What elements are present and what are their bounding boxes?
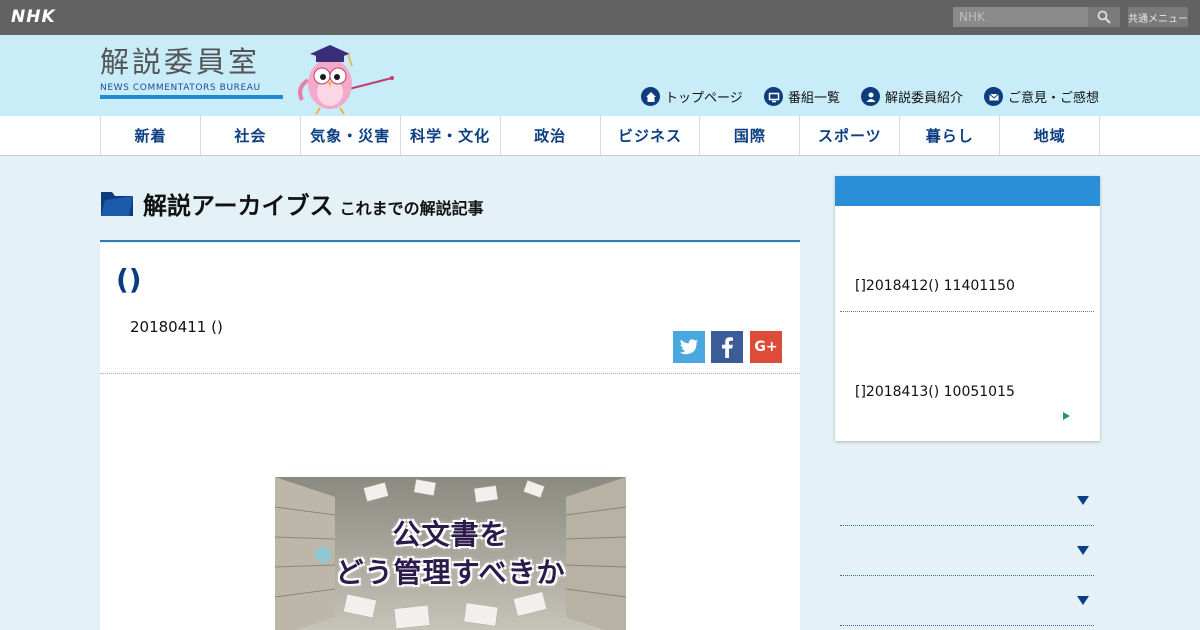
google-plus-share-button[interactable]: G+ <box>750 331 782 363</box>
header-link-commentators[interactable]: 解説委員紹介 <box>861 87 963 106</box>
site-title[interactable]: 解説委員室 <box>100 45 260 79</box>
nav-item-region[interactable]: 地域 <box>1000 116 1101 155</box>
article-card: () 20180411 () G+ 公文書を どう管理すべきか <box>100 243 800 630</box>
nhk-logo[interactable]: NHK <box>11 7 56 27</box>
archive-heading: 解説アーカイブス これまでの解説記事 <box>100 176 800 242</box>
sidebar-accordion-row[interactable] <box>840 476 1094 526</box>
nav-item-politics[interactable]: 政治 <box>501 116 601 155</box>
chevron-down-icon <box>1077 546 1089 555</box>
tv-icon <box>764 87 783 106</box>
owl-mascot-icon <box>298 45 394 115</box>
chevron-down-icon <box>1077 496 1089 505</box>
search-icon <box>1097 10 1111 24</box>
sidebar-entry[interactable]: []2018412() 11401150 <box>855 278 1015 294</box>
sidebar-accordion-row[interactable] <box>840 576 1094 626</box>
chevron-down-icon <box>1077 596 1089 605</box>
header-link-label: 番組一覧 <box>788 91 841 106</box>
nav-item-sports[interactable]: スポーツ <box>800 116 901 155</box>
nav-item-society[interactable]: 社会 <box>201 116 301 155</box>
facebook-icon <box>722 337 733 358</box>
article-date: 20180411 () <box>130 318 223 336</box>
site-header: 解説委員室 NEWS COMMENTATORS BUREAU トップページ 番組… <box>0 35 1200 116</box>
article-image: 公文書を どう管理すべきか <box>275 477 626 630</box>
sidebar-header <box>835 176 1100 206</box>
header-link-programs[interactable]: 番組一覧 <box>764 87 840 106</box>
google-plus-icon: G+ <box>754 339 778 355</box>
image-caption-line2: どう管理すべきか <box>335 556 566 589</box>
more-arrow-icon[interactable] <box>1063 412 1070 420</box>
archive-subtitle: これまでの解説記事 <box>339 199 484 218</box>
nav-item-weather[interactable]: 気象・災害 <box>301 116 401 155</box>
facebook-share-button[interactable] <box>711 331 743 363</box>
global-topbar: NHK 共通メニュー <box>0 0 1200 35</box>
header-link-label: 解説委員紹介 <box>885 91 964 106</box>
nav-item-business[interactable]: ビジネス <box>601 116 701 155</box>
mail-icon <box>984 87 1003 106</box>
search-button[interactable] <box>1088 7 1120 27</box>
person-icon <box>861 87 880 106</box>
sidebar-divider <box>840 311 1094 312</box>
home-icon <box>641 87 660 106</box>
image-caption-line1: 公文書を <box>392 518 509 551</box>
nav-item-new[interactable]: 新着 <box>101 116 201 155</box>
twitter-icon <box>679 339 698 355</box>
site-subtitle: NEWS COMMENTATORS BUREAU <box>100 83 283 99</box>
header-link-label: トップページ <box>665 91 743 106</box>
archive-title: 解説アーカイブス これまでの解説記事 <box>143 186 484 221</box>
folder-icon <box>101 192 133 216</box>
common-menu-button[interactable]: 共通メニュー <box>1128 7 1188 27</box>
sidebar-entry[interactable]: []2018413() 10051015 <box>855 384 1015 400</box>
category-nav: 新着 社会 気象・災害 科学・文化 政治 ビジネス 国際 スポーツ 暮らし 地域 <box>0 116 1200 156</box>
search-input[interactable] <box>953 7 1088 27</box>
header-link-feedback[interactable]: ご意見・ご感想 <box>984 87 1099 106</box>
nav-item-international[interactable]: 国際 <box>700 116 801 155</box>
archive-title-text: 解説アーカイブス <box>143 192 334 220</box>
nav-item-living[interactable]: 暮らし <box>900 116 1001 155</box>
article-title: () <box>116 263 142 296</box>
nav-item-science[interactable]: 科学・文化 <box>401 116 501 155</box>
header-link-top[interactable]: トップページ <box>641 87 743 106</box>
header-link-label: ご意見・ご感想 <box>1008 91 1100 106</box>
sidebar-schedule-box: []2018412() 11401150 []2018413() 1005101… <box>835 176 1100 441</box>
twitter-share-button[interactable] <box>673 331 705 363</box>
sidebar-accordion-row[interactable] <box>840 526 1094 576</box>
article-divider <box>100 373 800 374</box>
